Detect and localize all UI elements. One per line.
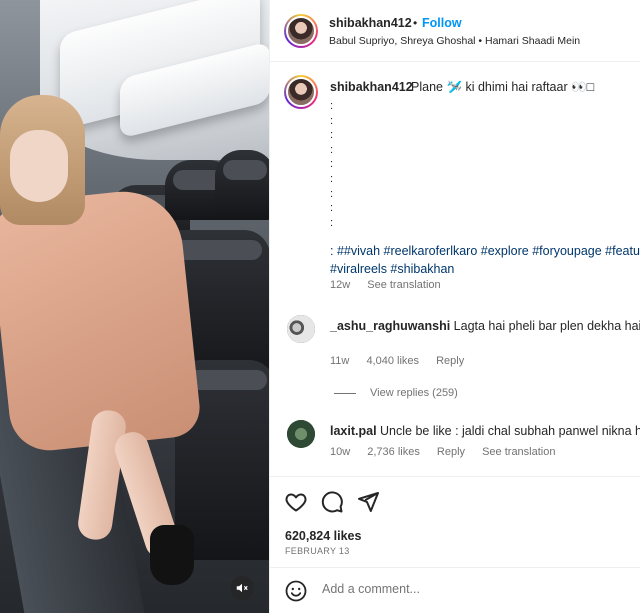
woman-shoe [150, 525, 194, 585]
reply-button[interactable]: Reply [436, 355, 464, 367]
author-username[interactable]: shibakhan412 [329, 16, 412, 30]
commenter-username[interactable]: _ashu_raghuwanshi [330, 319, 450, 333]
add-comment-input[interactable] [322, 582, 622, 596]
caption-author-avatar[interactable] [284, 75, 318, 109]
share-button[interactable] [356, 490, 380, 514]
audio-track-link[interactable]: Babul Supriyo, Shreya Ghoshal • Hamari S… [329, 35, 580, 47]
view-replies-label: View replies (259) [370, 387, 458, 399]
header-separator: • [413, 16, 418, 30]
view-replies-button[interactable]: View replies (259) [334, 387, 458, 399]
comment-time: 11w [330, 355, 350, 367]
post-date: FEBRUARY 13 [285, 546, 350, 556]
airplane-seat [215, 150, 269, 220]
comment-body: laxit.pal Uncle be like : jaldi chal sub… [330, 424, 640, 438]
comment-text: Lagta hai pheli bar plen dekha hai 😅 [453, 319, 640, 333]
post-detail-panel: shibakhan412 • Follow Babul Supriyo, Shr… [269, 0, 640, 613]
woman-face [10, 130, 68, 202]
caption-username[interactable]: shibakhan412 [330, 80, 413, 94]
post-likes-count[interactable]: 620,824 likes [285, 529, 361, 543]
commenter-username[interactable]: laxit.pal [330, 424, 377, 438]
commenter-avatar[interactable] [287, 420, 315, 448]
comment-meta: 11w 4,040 likes Reply [330, 355, 478, 367]
see-translation-link[interactable]: See translation [367, 279, 440, 291]
comment-time: 10w [330, 446, 351, 458]
see-translation-link[interactable]: See translation [482, 446, 555, 458]
comment-button[interactable] [320, 490, 344, 514]
speaker-muted-icon [236, 583, 248, 593]
like-button[interactable] [284, 490, 308, 514]
mute-toggle-button[interactable] [230, 576, 254, 600]
hashtags-line[interactable]: : ##vivah #reelkaroferlkaro #explore #fo… [330, 242, 640, 260]
comment-likes-count[interactable]: 2,736 likes [367, 446, 420, 458]
post-video[interactable] [0, 0, 269, 613]
comment-composer [270, 567, 640, 613]
smiley-icon [285, 580, 307, 602]
author-avatar[interactable] [284, 14, 318, 48]
comments-scroll-area[interactable]: shibakhan412 Plane 🛩️ ki dhimi hai rafta… [270, 63, 640, 475]
post-header: shibakhan412 • Follow Babul Supriyo, Shr… [270, 0, 640, 62]
comment-likes-count[interactable]: 4,040 likes [366, 355, 419, 367]
caption-meta: 12w See translation [330, 279, 455, 291]
caption-time: 12w [330, 279, 351, 291]
emoji-button[interactable] [284, 579, 308, 603]
reply-button[interactable]: Reply [437, 446, 465, 458]
comment-bubble-icon [321, 491, 343, 513]
caption-hashtags[interactable]: : ##vivah #reelkaroferlkaro #explore #fo… [330, 242, 640, 278]
heart-icon [285, 493, 307, 512]
replies-divider [334, 392, 356, 394]
post-actions: 620,824 likes FEBRUARY 13 [270, 476, 640, 566]
comment-body: _ashu_raghuwanshi Lagta hai pheli bar pl… [330, 318, 640, 333]
commenter-avatar[interactable] [287, 315, 315, 343]
hashtags-line[interactable]: #viralreels #shibakhan [330, 260, 640, 278]
comment-text: Uncle be like : jaldi chal subhah panwel… [380, 424, 640, 438]
comment-meta: 10w 2,736 likes Reply See translation [330, 446, 569, 458]
paper-plane-icon [358, 492, 379, 512]
follow-button[interactable]: Follow [422, 16, 462, 30]
caption-text: Plane 🛩️ ki dhimi hai raftaar 👀□ [411, 80, 595, 94]
caption-colon-lines: : : : : : : : : : [330, 100, 334, 229]
